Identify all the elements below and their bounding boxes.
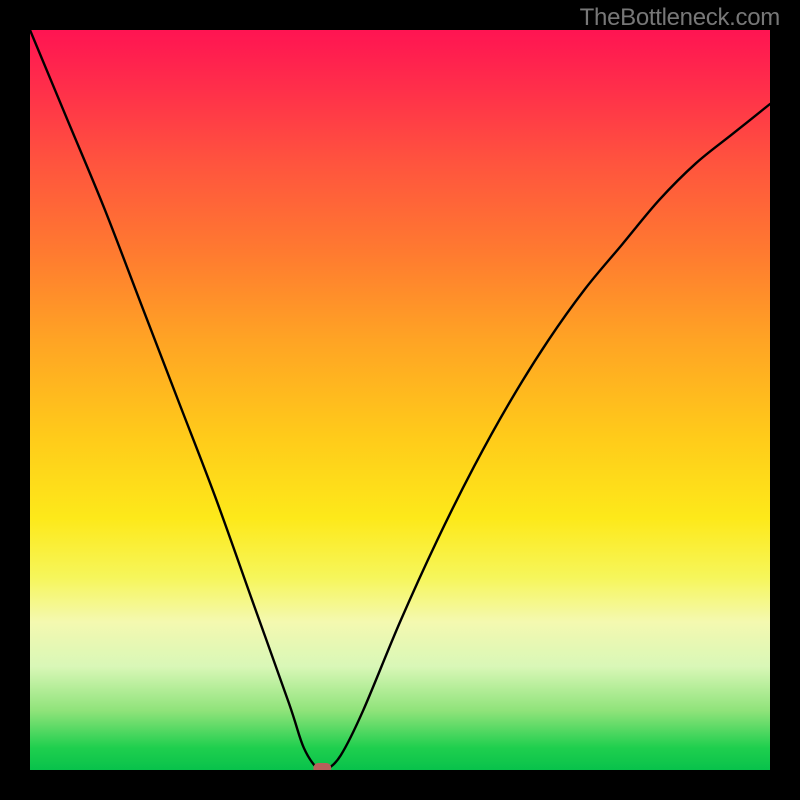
watermark-text: TheBottleneck.com	[580, 4, 780, 32]
bottleneck-curve-path	[30, 30, 770, 770]
chart-frame: TheBottleneck.com	[0, 0, 800, 800]
bottleneck-curve-svg	[30, 30, 770, 770]
plot-area	[30, 30, 770, 770]
minimum-marker	[313, 763, 331, 770]
